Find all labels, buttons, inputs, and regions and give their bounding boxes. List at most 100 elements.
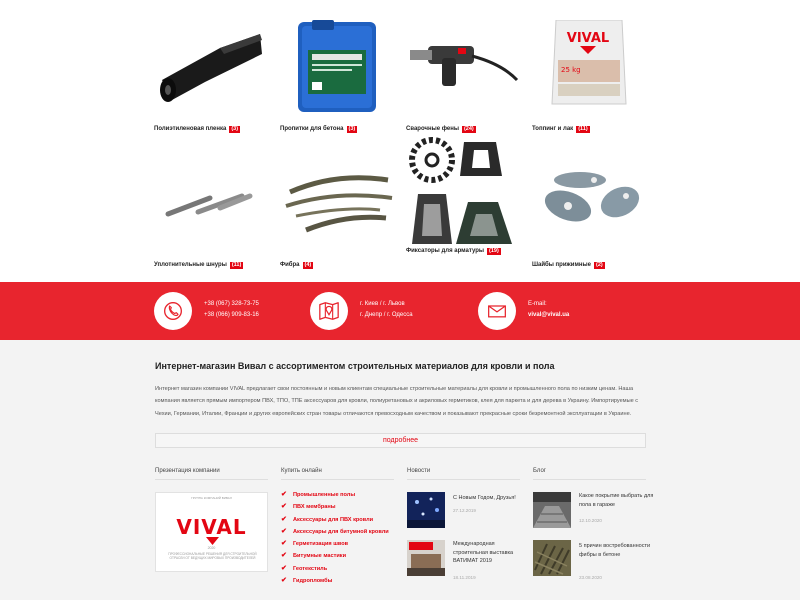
list-item[interactable]: ✔ Геотекстиль bbox=[281, 563, 389, 575]
news-image-batimat bbox=[407, 540, 445, 576]
news-date: 18.11.2019 bbox=[453, 575, 476, 580]
presentation-year: 2020 bbox=[207, 546, 216, 550]
product-count-badge: (11) bbox=[576, 126, 590, 133]
check-icon: ✔ bbox=[281, 503, 287, 511]
concrete-impregnation-canister-image bbox=[298, 20, 376, 112]
email-label: E-mail: bbox=[528, 301, 547, 307]
list-item[interactable]: ✔ Промышленные полы bbox=[281, 489, 389, 501]
welding-hot-air-gun-image bbox=[410, 46, 519, 86]
product-name: Пропитки для бетона (3) bbox=[280, 126, 358, 133]
product-title: Топпинг и лак bbox=[532, 126, 574, 132]
email-address[interactable]: vival@vival.ua bbox=[528, 312, 569, 318]
shop-title: Купить онлайн bbox=[281, 468, 322, 474]
check-icon: ✔ bbox=[281, 515, 287, 523]
product-name: Уплотнительные шнуры (11) bbox=[154, 262, 244, 269]
list-item[interactable]: ✔ Гидропломбы bbox=[281, 575, 389, 587]
product-card-fiber[interactable]: Фибра (4) bbox=[276, 150, 396, 280]
list-item-label: Аксессуары для битумной кровли bbox=[293, 528, 389, 535]
product-card-poly-film[interactable]: Полиэтиленовая пленка (3) bbox=[150, 14, 270, 144]
check-icon: ✔ bbox=[281, 552, 287, 560]
cities-line-1: г. Киев / г. Львов bbox=[360, 301, 405, 307]
cities-line-2: г. Днепр / г. Одесса bbox=[360, 312, 413, 318]
svg-text:VIVAL: VIVAL bbox=[567, 31, 609, 46]
product-count-badge: (19) bbox=[487, 248, 501, 255]
product-title: Полиэтиленовая пленка bbox=[154, 126, 227, 132]
product-title: Фиксаторы для арматуры bbox=[406, 248, 485, 254]
product-card-pressure-washers[interactable]: Шайбы прижимные (2) bbox=[528, 150, 648, 280]
list-item-label: Промышленные полы bbox=[293, 492, 356, 498]
phone-1[interactable]: +38 (067) 328-73-75 bbox=[204, 299, 259, 310]
envelope-icon bbox=[478, 292, 516, 330]
product-name: Шайбы прижимные (2) bbox=[532, 262, 605, 269]
news-date: 27.12.2019 bbox=[453, 508, 476, 513]
blog-title[interactable]: 5 причин востребованности фибры в бетоне bbox=[579, 542, 655, 559]
product-title: Шайбы прижимные bbox=[532, 262, 591, 268]
phone-2[interactable]: +38 (066) 909-83-16 bbox=[204, 310, 259, 321]
blog-image-garage-floor bbox=[533, 492, 571, 528]
list-item[interactable]: ✔ Аксессуары для ПВХ кровли bbox=[281, 514, 389, 526]
news-title: Новости bbox=[407, 468, 431, 474]
list-item-label: Гидропломбы bbox=[293, 578, 333, 585]
list-item-label: Геотекстиль bbox=[293, 565, 328, 572]
list-item-label: Герметизация швов bbox=[293, 541, 349, 548]
contact-band: +38 (067) 328-73-75 +38 (066) 909-83-16 … bbox=[0, 282, 800, 340]
presentation-title: Презентация компании bbox=[155, 468, 220, 474]
product-card-sealing-cords[interactable]: Уплотнительные шнуры (11) bbox=[150, 150, 270, 280]
check-icon: ✔ bbox=[281, 540, 287, 548]
map-pin-icon bbox=[310, 292, 348, 330]
contact-phones: +38 (067) 328-73-75 +38 (066) 909-83-16 bbox=[154, 292, 294, 330]
product-card-impregnation[interactable]: Пропитки для бетона (3) bbox=[276, 14, 396, 144]
product-count-badge: (3) bbox=[229, 126, 241, 133]
about-description: Интернет магазин компании VIVAL предлага… bbox=[155, 386, 639, 417]
about-section: Интернет-магазин Вивал с ассортиментом с… bbox=[0, 340, 800, 600]
company-presentation-card[interactable]: ГРУППА КОМПАНИЙ ВИВАЛ VIVAL 2020 ПРОФЕСС… bbox=[155, 492, 268, 572]
check-icon: ✔ bbox=[281, 564, 287, 572]
news-item[interactable]: Международная строительная выставка ВАТИ… bbox=[407, 540, 527, 580]
list-item-label: Битумные мастики bbox=[293, 553, 347, 560]
product-title: Уплотнительные шнуры bbox=[154, 262, 227, 268]
list-item[interactable]: ✔ ПВХ мембраны bbox=[281, 501, 389, 513]
divider bbox=[281, 479, 394, 480]
presentation-top-line: ГРУППА КОМПАНИЙ ВИВАЛ bbox=[191, 496, 232, 500]
blog-date: 23.08.2020 bbox=[579, 575, 602, 580]
product-count-badge: (3) bbox=[346, 126, 358, 133]
read-more-button[interactable]: подробнее bbox=[155, 433, 646, 448]
check-icon: ✔ bbox=[281, 527, 287, 535]
product-count-badge: (4) bbox=[302, 262, 314, 269]
product-card-topping[interactable]: VIVAL 25 kg Топпинг и лак (11) bbox=[528, 14, 648, 144]
product-name: Фибра (4) bbox=[280, 262, 314, 269]
news-title[interactable]: С Новым Годом, Друзья! bbox=[453, 494, 529, 503]
poly-film-roll-image bbox=[160, 34, 262, 102]
divider bbox=[533, 479, 646, 480]
presentation-tagline: ПРОФЕССИОНАЛЬНЫЕ РЕШЕНИЯ ДЛЯ СТРОИТЕЛЬНО… bbox=[168, 552, 257, 560]
list-item[interactable]: ✔ Аксессуары для битумной кровли bbox=[281, 526, 389, 538]
email-link[interactable]: vival@vival.ua bbox=[528, 310, 569, 321]
news-title[interactable]: Международная строительная выставка ВАТИ… bbox=[453, 540, 529, 566]
product-title: Пропитки для бетона bbox=[280, 126, 344, 132]
check-icon: ✔ bbox=[281, 577, 287, 585]
blog-item[interactable]: 5 причин востребованности фибры в бетоне… bbox=[533, 540, 653, 580]
list-item-label: Аксессуары для ПВХ кровли bbox=[293, 516, 374, 523]
product-card-welding-guns[interactable]: Сварочные фены (24) bbox=[402, 14, 522, 144]
product-title: Фибра bbox=[280, 262, 300, 268]
svg-text:25 kg: 25 kg bbox=[561, 66, 581, 74]
list-item[interactable]: ✔ Битумные мастики bbox=[281, 550, 389, 562]
phone-icon bbox=[154, 292, 192, 330]
product-card-rebar-spacers[interactable]: Фиксаторы для арматуры (19) bbox=[402, 126, 522, 280]
product-count-badge: (11) bbox=[229, 262, 244, 269]
product-count-badge: (2) bbox=[594, 262, 605, 269]
shop-category-list: ✔ Промышленные полы ✔ ПВХ мембраны ✔ Аксесс… bbox=[281, 489, 389, 587]
rebar-spacers-image bbox=[409, 137, 512, 244]
contact-email: E-mail: vival@vival.ua bbox=[478, 292, 618, 330]
logo-triangle-icon bbox=[206, 537, 219, 545]
blog-date: 12.10.2020 bbox=[579, 518, 602, 523]
vival-logo: VIVAL bbox=[176, 515, 247, 539]
blog-title[interactable]: Какое покрытие выбрать для пола в гараже bbox=[579, 492, 655, 509]
product-name: Топпинг и лак (11) bbox=[532, 126, 590, 133]
blog-title: Блог bbox=[533, 468, 546, 474]
blog-item[interactable]: Какое покрытие выбрать для пола в гараже… bbox=[533, 492, 653, 532]
news-item[interactable]: С Новым Годом, Друзья! 27.12.2019 bbox=[407, 492, 527, 532]
news-image-new-year bbox=[407, 492, 445, 528]
pressure-washers-image bbox=[544, 172, 640, 222]
list-item[interactable]: ✔ Герметизация швов bbox=[281, 538, 389, 550]
